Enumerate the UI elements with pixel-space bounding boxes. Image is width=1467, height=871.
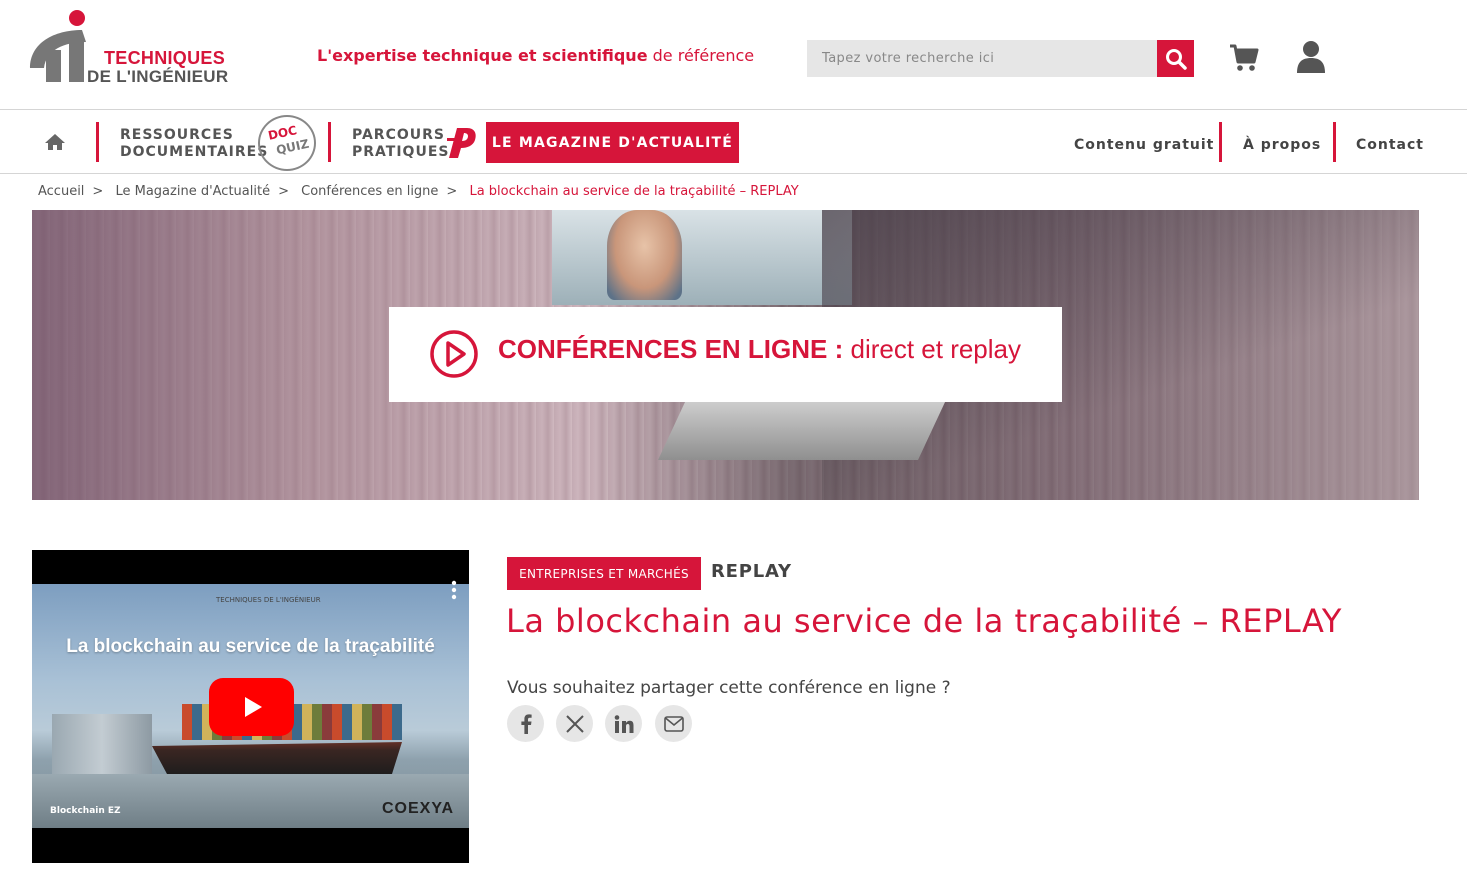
- logo-line1: TECHNIQUES: [104, 48, 226, 68]
- nav-parcours-pratiques[interactable]: PARCOURS PRATIQUES: [352, 127, 449, 161]
- search-button[interactable]: [1157, 40, 1194, 77]
- more-options-icon[interactable]: [451, 580, 457, 600]
- play-icon: [244, 697, 262, 717]
- home-link[interactable]: [44, 133, 66, 151]
- share-prompt: Vous souhaitez partager cette conférence…: [507, 678, 951, 698]
- play-circle-icon: [430, 330, 478, 378]
- category-badge[interactable]: ENTREPRISES ET MARCHÉS: [507, 557, 701, 590]
- breadcrumb-separator: >: [278, 184, 289, 199]
- nav-ressources-documentaires[interactable]: RESSOURCES DOCUMENTAIRES: [120, 127, 268, 161]
- article-title: La blockchain au service de la traçabili…: [506, 602, 1342, 640]
- tagline-bold: L'expertise technique et scientifique: [317, 46, 648, 65]
- breadcrumb-separator: >: [446, 184, 458, 199]
- nav-divider: [328, 122, 331, 162]
- share-x-button[interactable]: [556, 705, 593, 742]
- nav-magazine-actualite[interactable]: LE MAGAZINE D'ACTUALITÉ: [486, 122, 739, 163]
- hero-laptop-screen: [552, 210, 852, 305]
- hero-keyboard: [658, 400, 946, 460]
- site-logo[interactable]: TECHNIQUES DE L'INGÉNIEUR: [24, 8, 264, 92]
- cart-icon: [1230, 44, 1259, 71]
- facebook-icon: [520, 713, 532, 734]
- user-icon: [1297, 41, 1325, 73]
- nav-divider: [1333, 122, 1336, 162]
- top-header: TECHNIQUES DE L'INGÉNIEUR L'expertise te…: [0, 0, 1467, 110]
- search-placeholder: Tapez votre recherche ici: [822, 51, 995, 66]
- youtube-play-button[interactable]: [209, 678, 294, 736]
- hero-title: CONFÉRENCES EN LIGNE : direct et replay: [498, 334, 1021, 365]
- share-email-button[interactable]: [655, 705, 692, 742]
- email-icon: [663, 715, 684, 732]
- breadcrumb-home[interactable]: Accueil: [38, 184, 84, 199]
- breadcrumb-current: La blockchain au service de la traçabili…: [469, 184, 799, 199]
- hero-title-bold: CONFÉRENCES EN LIGNE :: [498, 334, 844, 364]
- home-icon: [45, 134, 65, 150]
- nav-ressources-line2: DOCUMENTAIRES: [120, 144, 269, 160]
- breadcrumb-magazine[interactable]: Le Magazine d'Actualité: [115, 184, 270, 199]
- video-title: La blockchain au service de la traçabili…: [66, 636, 435, 657]
- search-icon: [1165, 48, 1187, 70]
- breadcrumb: Accueil > Le Magazine d'Actualité > Confér…: [38, 184, 803, 199]
- video-brand: COEXYA: [382, 800, 455, 817]
- breadcrumb-separator: >: [92, 184, 104, 199]
- share-linkedin-button[interactable]: [605, 705, 642, 742]
- nav-a-propos[interactable]: À propos: [1243, 137, 1321, 153]
- share-facebook-button[interactable]: [507, 705, 544, 742]
- main-nav: RESSOURCES DOCUMENTAIRES DOC QUIZ PARCOU…: [0, 110, 1467, 174]
- video-thumb-ship: [152, 742, 402, 774]
- nav-ressources-line1: RESSOURCES: [120, 127, 234, 143]
- hero-banner: CONFÉRENCES EN LIGNE : direct et replay: [32, 210, 1419, 500]
- site-tagline: L'expertise technique et scientifique de…: [317, 46, 754, 65]
- video-logo: TECHNIQUES DE L'INGÉNIEUR: [216, 596, 321, 604]
- video-badge: Blockchain EZ: [50, 806, 121, 816]
- x-icon: [565, 714, 584, 733]
- parcours-pratiques-icon: [447, 128, 476, 158]
- linkedin-icon: [614, 714, 633, 733]
- nav-contact[interactable]: Contact: [1356, 137, 1424, 153]
- parcours-logo: [445, 124, 479, 160]
- cart-button[interactable]: [1228, 43, 1260, 73]
- replay-tag: REPLAY: [711, 561, 792, 582]
- tagline-rest: de référence: [652, 46, 755, 65]
- hero-person: [607, 210, 682, 300]
- hero-title-light: direct et replay: [850, 334, 1022, 364]
- nav-divider: [96, 122, 99, 162]
- account-button[interactable]: [1296, 40, 1326, 74]
- logo-line2: DE L'INGÉNIEUR: [87, 67, 229, 86]
- hero-card: CONFÉRENCES EN LIGNE : direct et replay: [389, 307, 1062, 402]
- video-player[interactable]: TECHNIQUES DE L'INGÉNIEUR La blockchain …: [32, 550, 469, 863]
- breadcrumb-conferences[interactable]: Conférences en ligne: [301, 184, 438, 199]
- nav-parcours-line2: PRATIQUES: [352, 144, 450, 160]
- nav-parcours-line1: PARCOURS: [352, 127, 445, 143]
- nav-contenu-gratuit[interactable]: Contenu gratuit: [1074, 137, 1214, 153]
- nav-divider: [1219, 122, 1222, 162]
- video-thumb-buildings: [52, 714, 152, 774]
